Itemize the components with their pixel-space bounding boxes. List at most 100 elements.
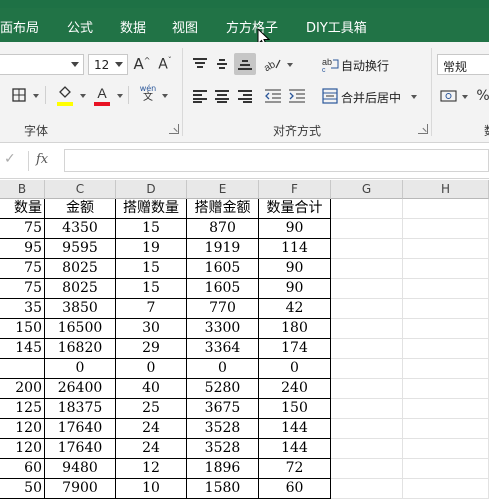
column-header-c[interactable]: C [45,180,116,199]
orientation-button[interactable]: ab [262,53,284,75]
header-cell-e[interactable]: 搭赠金额 [187,199,259,219]
header-cell-c[interactable]: 金额 [45,199,116,219]
cell-d[interactable]: 25 [116,399,187,419]
font-name-combo[interactable] [0,54,84,75]
font-color-button[interactable]: A [91,82,113,104]
cell-h[interactable] [403,419,489,439]
cell-f[interactable]: 60 [259,479,331,499]
cell-e[interactable]: 5280 [187,379,259,399]
cell-e[interactable]: 1919 [187,239,259,259]
cell-d[interactable]: 10 [116,479,187,499]
cell-e[interactable]: 1605 [187,279,259,299]
cell-e[interactable]: 1896 [187,459,259,479]
insert-function-button[interactable]: fx [36,152,48,167]
font-size-combo[interactable]: 12 [88,54,128,75]
cell-e[interactable]: 1605 [187,259,259,279]
percent-button[interactable]: % [472,85,489,107]
cell-h[interactable] [403,219,489,239]
cell-h[interactable] [403,359,489,379]
cell-f[interactable]: 72 [259,459,331,479]
cell-b[interactable]: 145 [0,339,45,359]
cell-b[interactable]: 120 [0,419,45,439]
column-header-e[interactable]: E [187,180,259,199]
cell-d[interactable]: 24 [116,419,187,439]
cell-e[interactable]: 0 [187,359,259,379]
column-header-b[interactable]: B [0,180,45,199]
currency-format-button[interactable] [438,85,460,107]
column-header-d[interactable]: D [116,180,187,199]
font-dialog-launcher-icon[interactable] [169,124,179,134]
merge-center-button[interactable]: 合并后居中 [341,89,401,106]
header-cell-f[interactable]: 数量合计 [259,199,331,219]
cell-b[interactable]: 125 [0,399,45,419]
formula-input[interactable] [64,149,489,172]
cell-g[interactable] [331,219,403,239]
cell-e[interactable]: 1580 [187,479,259,499]
cell-b[interactable]: 35 [0,299,45,319]
worksheet-grid[interactable]: B C D E F G H 数量 金额 搭赠数量 搭赠金额 数量合计 75 4350 15 87… [0,180,489,499]
cell-d[interactable]: 15 [116,279,187,299]
cell-g[interactable] [331,359,403,379]
cell-f[interactable]: 42 [259,299,331,319]
cell-d[interactable]: 15 [116,259,187,279]
cell-h[interactable] [403,479,489,499]
cell-e[interactable]: 870 [187,219,259,239]
cell-b[interactable]: 150 [0,319,45,339]
header-cell-b[interactable]: 数量 [0,199,45,219]
cell-e[interactable]: 3528 [187,439,259,459]
cell-d[interactable]: 24 [116,439,187,459]
cell-h[interactable] [403,259,489,279]
header-cell-d[interactable]: 搭赠数量 [116,199,187,219]
tab-page-layout[interactable]: 面布局 [0,17,39,36]
cell-g[interactable] [331,239,403,259]
align-right-button[interactable] [234,85,256,107]
cell-d[interactable]: 12 [116,459,187,479]
cell-c[interactable]: 4350 [45,219,116,239]
grow-font-button[interactable]: A^ [131,53,153,75]
cell-g[interactable] [331,459,403,479]
cell-b[interactable]: 200 [0,379,45,399]
cell-d[interactable]: 15 [116,219,187,239]
cell-e[interactable]: 770 [187,299,259,319]
cell-g[interactable] [331,299,403,319]
cell-d[interactable]: 7 [116,299,187,319]
cell-e[interactable]: 3528 [187,419,259,439]
cell-h[interactable] [403,239,489,259]
cell-e[interactable]: 3300 [187,319,259,339]
cell-b[interactable]: 50 [0,479,45,499]
currency-dropdown-chevron-icon[interactable] [462,95,468,99]
cell-g[interactable] [331,439,403,459]
cell-c[interactable]: 3850 [45,299,116,319]
tab-view[interactable]: 视图 [172,17,198,36]
cell-g[interactable] [331,339,403,359]
align-left-button[interactable] [189,85,211,107]
increase-indent-button[interactable] [286,85,308,107]
column-header-g[interactable]: G [331,180,403,199]
orientation-dropdown-chevron-icon[interactable] [287,63,293,67]
decrease-indent-button[interactable] [262,85,284,107]
cell-h[interactable] [403,319,489,339]
cell-d[interactable]: 29 [116,339,187,359]
phonetic-dropdown-chevron-icon[interactable] [162,94,168,98]
column-header-h[interactable]: H [403,180,489,199]
cell-f[interactable]: 90 [259,259,331,279]
cell-d[interactable]: 0 [116,359,187,379]
cell-c[interactable]: 0 [45,359,116,379]
cell-e[interactable]: 3675 [187,399,259,419]
phonetic-guide-button[interactable]: wén 文 [137,82,159,104]
cell-b[interactable] [0,359,45,379]
cell-g[interactable] [331,199,403,219]
borders-button[interactable] [8,84,30,106]
cell-f[interactable]: 174 [259,339,331,359]
cell-c[interactable]: 9595 [45,239,116,259]
cell-c[interactable]: 8025 [45,279,116,299]
cell-h[interactable] [403,279,489,299]
cell-f[interactable]: 240 [259,379,331,399]
borders-dropdown-chevron-icon[interactable] [33,94,39,98]
fill-color-button[interactable] [54,82,76,104]
shrink-font-button[interactable]: Aˇ [154,53,176,75]
cell-f[interactable]: 114 [259,239,331,259]
cell-c[interactable]: 16820 [45,339,116,359]
cell-h[interactable] [403,339,489,359]
cell-c[interactable]: 7900 [45,479,116,499]
